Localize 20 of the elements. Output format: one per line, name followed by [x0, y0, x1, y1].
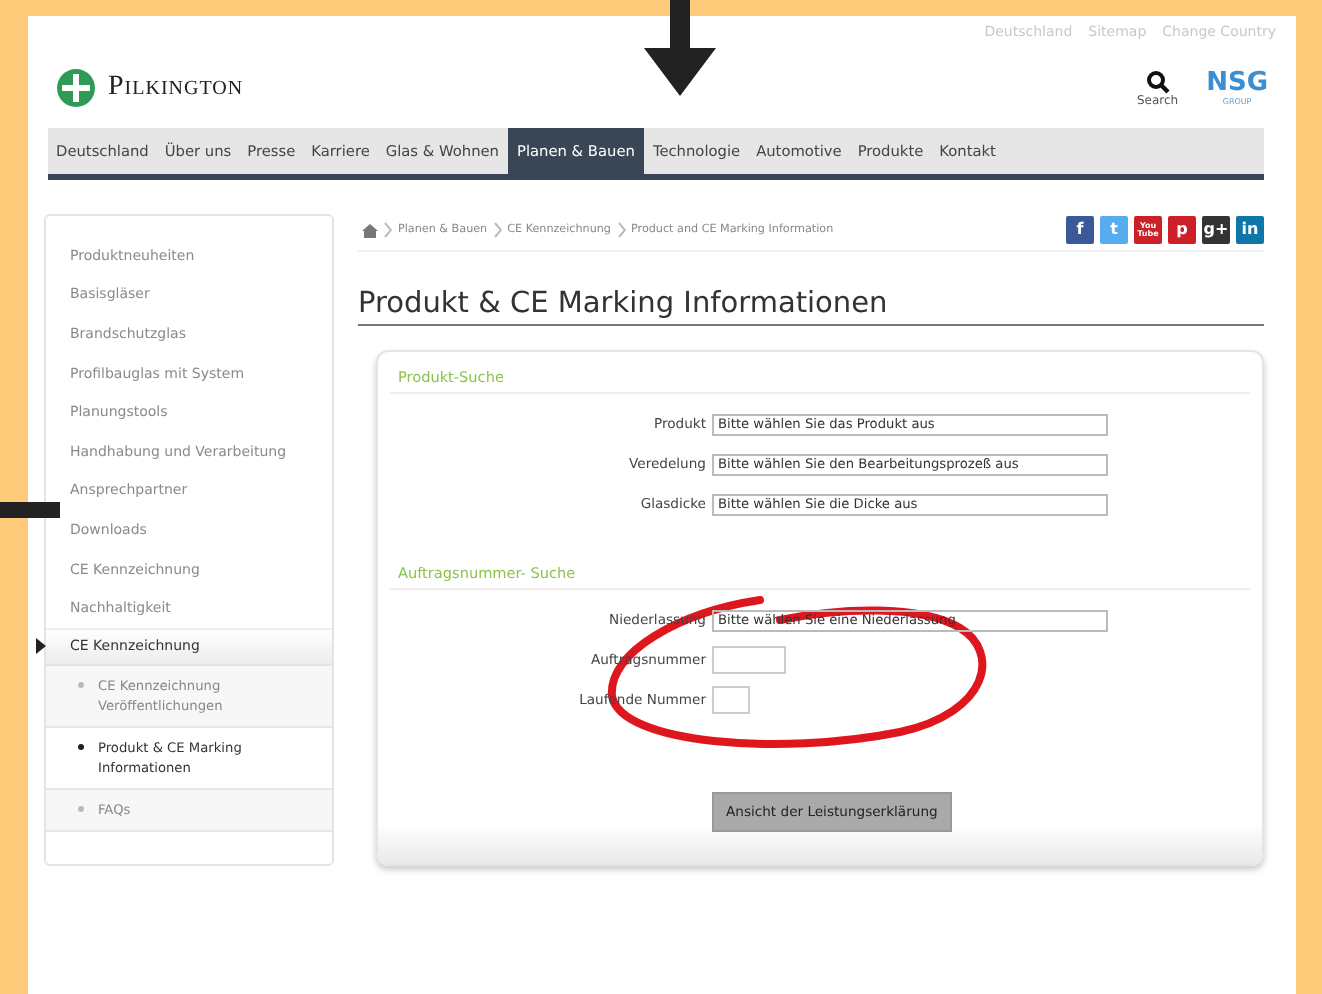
home-icon[interactable]: [362, 223, 378, 237]
chevron-icon: [493, 222, 502, 238]
marker-bar: [0, 502, 60, 518]
triangle-icon: [36, 637, 46, 654]
social-button[interactable]: f: [1066, 216, 1094, 244]
arrow-annotation: [640, 0, 720, 96]
page-title: Produkt & CE Marking Informationen: [358, 288, 1264, 326]
input-field[interactable]: [712, 686, 750, 714]
social-button[interactable]: g+: [1202, 216, 1230, 244]
bullet-icon: [78, 805, 84, 812]
input-field[interactable]: [712, 646, 786, 674]
logo-text: Pilkington: [108, 72, 244, 104]
social-button[interactable]: p: [1168, 216, 1196, 244]
logo-icon: [56, 68, 96, 108]
bullet-icon: [78, 743, 84, 750]
chevron-icon: [384, 222, 392, 238]
chevron-icon: [617, 222, 625, 238]
bullet-icon: [78, 681, 84, 688]
search-icon: [1145, 69, 1170, 93]
social-button[interactable]: in: [1236, 216, 1264, 244]
